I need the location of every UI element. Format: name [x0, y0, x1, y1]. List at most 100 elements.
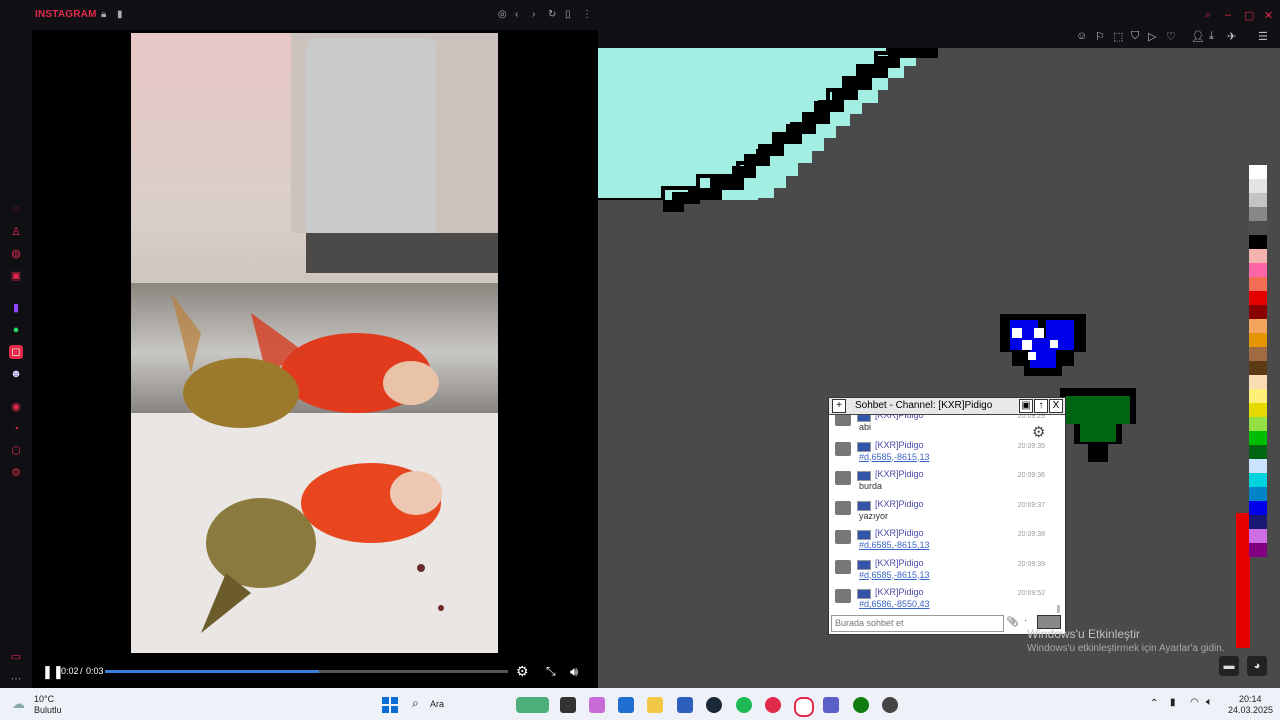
teams-icon[interactable] [823, 697, 839, 713]
file-explorer-icon[interactable] [647, 697, 663, 713]
search-highlight-icon[interactable] [516, 697, 549, 713]
video-settings-icon[interactable]: ⚙ [516, 663, 529, 680]
ellipsis-icon[interactable]: ⋯ [9, 672, 23, 686]
palette-swatch[interactable] [1249, 459, 1267, 473]
search-icon[interactable]: ⌕ [412, 696, 419, 711]
exit-fullscreen-icon[interactable]: ⤡ [546, 664, 556, 679]
reload-icon[interactable]: ↻ [548, 9, 556, 20]
avatar[interactable] [835, 530, 851, 544]
chat-popout-button[interactable]: ▣ [1019, 399, 1033, 413]
easy-setup-icon[interactable]: ☰ [1258, 30, 1268, 43]
bookmark-icon[interactable]: ⚐ [1095, 30, 1105, 43]
forward-icon[interactable]: › [532, 9, 535, 20]
xbox-icon[interactable] [853, 697, 869, 713]
chat-username[interactable]: [KXR]Pidigo [875, 528, 924, 538]
chat-username[interactable]: [KXR]Pidigo [875, 440, 924, 450]
palette-swatch[interactable] [1249, 515, 1267, 529]
extensions-icon[interactable]: ⬡ [9, 444, 23, 458]
chat-add-button[interactable]: + [832, 399, 846, 413]
palette-swatch[interactable] [1249, 165, 1267, 179]
player-icon[interactable]: ◉ [9, 400, 23, 414]
palette-swatch[interactable] [1249, 417, 1267, 431]
settings-icon[interactable]: ⚙ [9, 466, 23, 480]
palette-swatch[interactable] [1249, 179, 1267, 193]
chat-username[interactable]: [KXR]Pidigo [875, 499, 924, 509]
palette-swatch[interactable] [1249, 473, 1267, 487]
bag-icon[interactable]: ♙ [9, 225, 23, 239]
palette-swatch[interactable] [1249, 235, 1267, 249]
messenger-m-icon[interactable]: ▣ [9, 269, 23, 283]
volume-icon[interactable]: 🔊︎ [570, 664, 578, 680]
palette-swatch[interactable] [1249, 361, 1267, 375]
steam-icon[interactable] [706, 697, 722, 713]
weather-desc[interactable]: Bulutlu [34, 705, 62, 715]
palette-swatch[interactable] [1249, 277, 1267, 291]
search-label[interactable]: Ara [430, 699, 444, 709]
weather-temp[interactable]: 10°C [34, 694, 54, 704]
chat-toggle-icon[interactable]: ▬ [1219, 656, 1239, 676]
avatar[interactable] [835, 559, 851, 574]
aria-ai-icon[interactable]: ✈ [1227, 30, 1236, 43]
emoji-icon[interactable]: ☺ [1076, 30, 1087, 42]
play-icon[interactable]: ▷ [1148, 30, 1156, 43]
app-icon[interactable] [882, 697, 898, 713]
palette-swatch[interactable] [1249, 207, 1267, 221]
avatar[interactable] [835, 500, 851, 515]
opera-gx-taskbar-icon[interactable] [765, 697, 781, 713]
instagram-icon[interactable]: ◻ [9, 345, 23, 359]
chat-option-icon[interactable]: · [1024, 615, 1027, 626]
messenger-icon[interactable]: ◍ [9, 247, 23, 261]
palette-swatch[interactable] [1249, 445, 1267, 459]
microphone-icon[interactable]: ▮ [117, 9, 123, 20]
avatar[interactable] [835, 471, 851, 485]
attach-icon[interactable]: 📎︎ [1006, 617, 1019, 628]
chat-username[interactable]: [KXR]Pidigo [875, 587, 924, 597]
tray-chevron-icon[interactable]: ⌃ [1150, 698, 1158, 709]
palette-swatch[interactable] [1249, 319, 1267, 333]
whatsapp-icon[interactable]: ● [9, 323, 23, 337]
palette-swatch[interactable] [1249, 347, 1267, 361]
minimize-icon[interactable]: – [1225, 9, 1231, 21]
palette-swatch[interactable] [1249, 529, 1267, 543]
history-icon[interactable]: ◔ [9, 422, 23, 436]
palette-swatch[interactable] [1249, 249, 1267, 263]
chat-message-text[interactable]: #d,6585,-8615,13 [859, 540, 930, 550]
chat-username[interactable]: [KXR]Pidigo [875, 469, 924, 479]
shield-icon[interactable]: ⛉ [1131, 30, 1139, 43]
palette-swatch[interactable] [1249, 221, 1267, 235]
palette-swatch[interactable] [1249, 263, 1267, 277]
sidebar-more-icon[interactable]: ▭ [9, 650, 23, 664]
palette-swatch[interactable] [1249, 375, 1267, 389]
twitch-icon[interactable]: ▮ [9, 301, 23, 315]
clock-time[interactable]: 20:14 [1239, 694, 1262, 704]
chat-message-text[interactable]: #d,6585,-8615,13 [859, 452, 930, 462]
chat-username[interactable]: [KXR]Pidigo [875, 558, 924, 568]
palette-swatch[interactable] [1249, 431, 1267, 445]
chat-close-button[interactable]: X [1049, 399, 1063, 413]
maximize-icon[interactable]: ▢ [1244, 9, 1254, 22]
avatar[interactable] [835, 589, 851, 603]
opera-taskbar-icon[interactable] [794, 697, 814, 717]
chat-scrollbar[interactable] [1057, 605, 1060, 613]
snapshot-icon[interactable]: ⬚ [1113, 30, 1123, 43]
palette-swatch[interactable] [1249, 193, 1267, 207]
outlook-icon[interactable] [618, 697, 634, 713]
palette-toggle-icon[interactable]: ◕ [1247, 656, 1267, 676]
palette-swatch[interactable] [1249, 291, 1267, 305]
wifi-icon[interactable]: ◠ [1190, 697, 1199, 708]
avatar[interactable] [835, 441, 851, 456]
discord-icon[interactable]: ☻ [9, 367, 23, 381]
back-icon[interactable]: ‹ [515, 9, 518, 20]
profile-icon[interactable]: 👤︎ [1191, 30, 1205, 43]
avatar[interactable] [835, 415, 851, 426]
spotify-icon[interactable] [736, 697, 752, 713]
pin-icon[interactable]: ▯ [565, 9, 571, 20]
download-icon[interactable]: ⤓ [1209, 30, 1214, 43]
chat-message-text[interactable]: #d,6585,-8615,13 [859, 570, 930, 580]
chat-up-button[interactable]: ↑ [1034, 399, 1048, 413]
chat-input[interactable]: Burada sohbet et [831, 615, 1004, 632]
chat-username[interactable]: [KXR]Pidigo [875, 415, 924, 420]
palette-swatch[interactable] [1249, 333, 1267, 347]
volume-tray-icon[interactable]: 🔈︎ [1206, 696, 1213, 709]
windows-start-icon[interactable] [382, 697, 398, 713]
